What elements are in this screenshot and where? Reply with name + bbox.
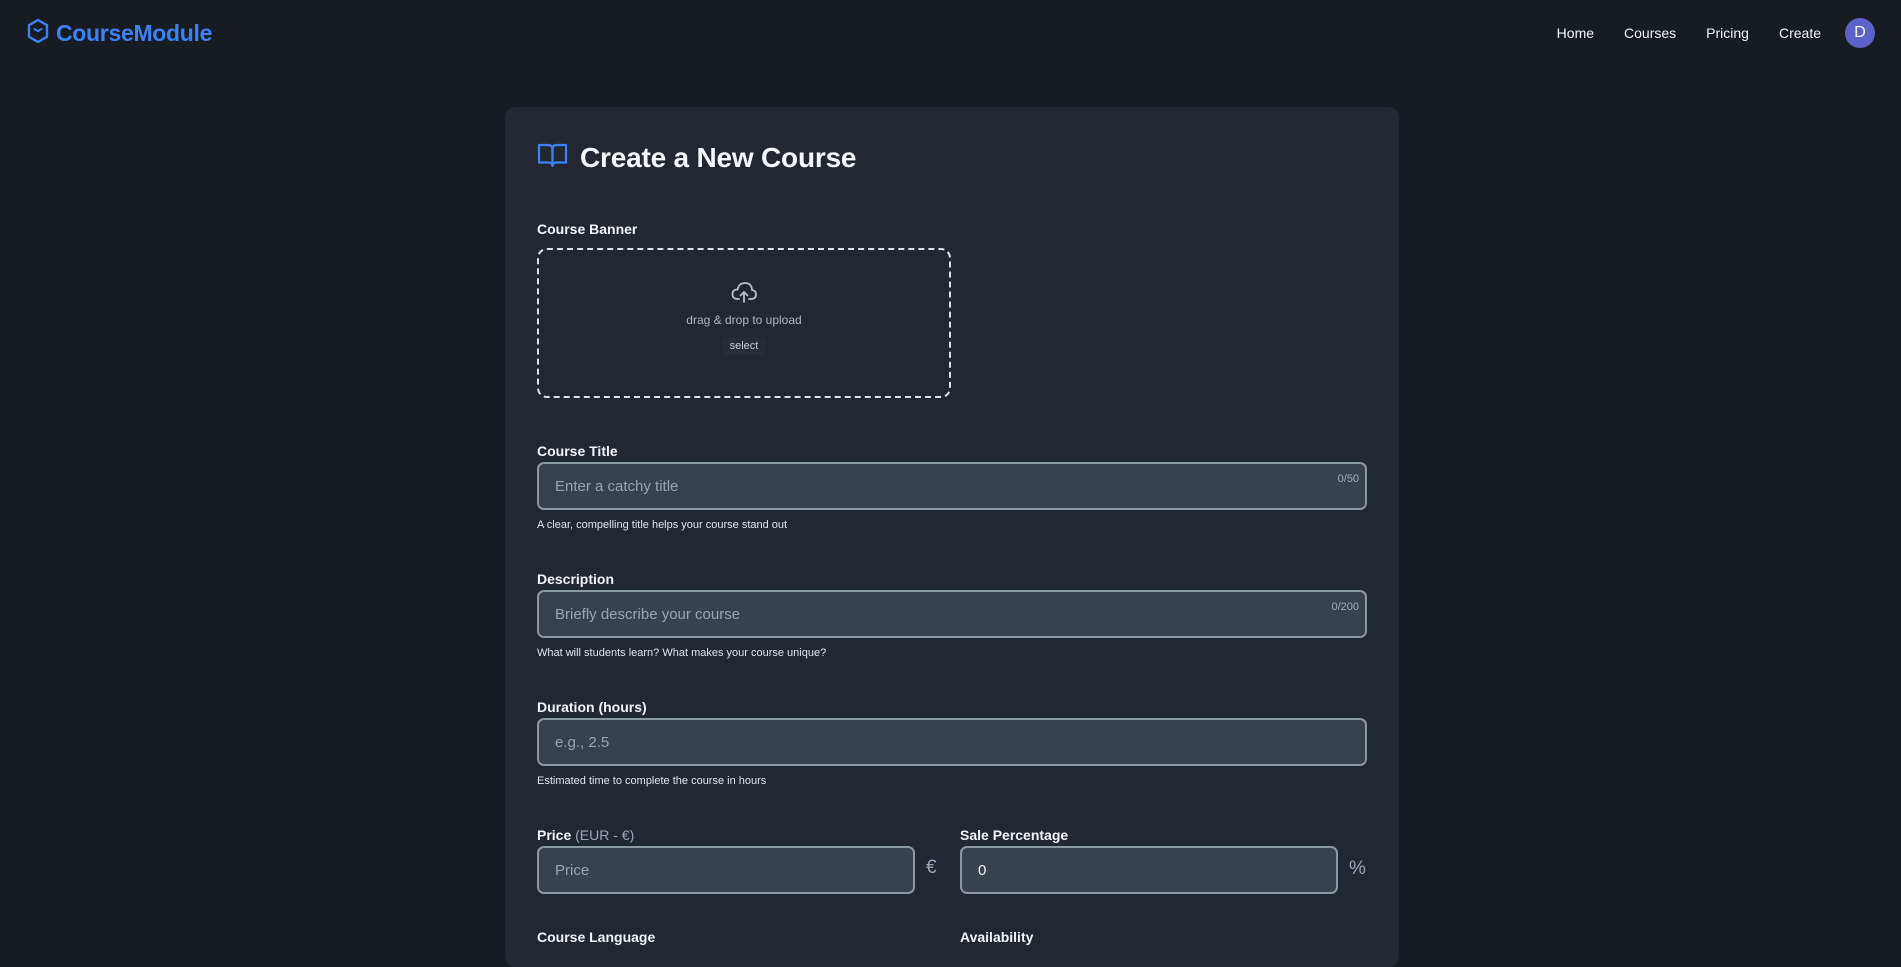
title-hint: A clear, compelling title helps your cou… bbox=[537, 519, 788, 531]
availability-label: Availability bbox=[960, 929, 1034, 945]
price-label-text: Price bbox=[537, 827, 572, 843]
page-title: Create a New Course bbox=[580, 141, 857, 173]
description-label: Description bbox=[537, 571, 615, 587]
top-navbar: CourseModule Home Courses Pricing Create… bbox=[0, 0, 1901, 66]
duration-field bbox=[537, 718, 1367, 766]
price-field bbox=[537, 846, 915, 894]
euro-symbol: € bbox=[926, 857, 937, 878]
sale-percentage-label: Sale Percentage bbox=[960, 827, 1069, 843]
create-course-card: Create a New Course Course Banner drag &… bbox=[505, 107, 1399, 967]
duration-label: Duration (hours) bbox=[537, 699, 647, 715]
page-heading: Create a New Course bbox=[537, 141, 857, 174]
main-nav: Home Courses Pricing Create D bbox=[1557, 18, 1875, 48]
cloud-upload-icon bbox=[730, 280, 758, 309]
banner-dropzone[interactable]: drag & drop to upload select bbox=[537, 248, 951, 398]
title-char-counter: 0/50 bbox=[1337, 473, 1359, 485]
brand-logo[interactable]: CourseModule bbox=[26, 18, 212, 49]
user-avatar[interactable]: D bbox=[1845, 18, 1875, 48]
nav-pricing-link[interactable]: Pricing bbox=[1706, 25, 1749, 41]
description-char-counter: 0/200 bbox=[1331, 601, 1359, 613]
description-input[interactable] bbox=[539, 592, 1365, 636]
brand-name: CourseModule bbox=[56, 19, 213, 46]
description-hint: What will students learn? What makes you… bbox=[537, 647, 827, 659]
price-currency-note: (EUR - €) bbox=[575, 827, 635, 843]
title-label: Course Title bbox=[537, 443, 618, 459]
title-input[interactable] bbox=[539, 464, 1365, 508]
select-file-button[interactable]: select bbox=[721, 337, 767, 355]
nav-create-link[interactable]: Create bbox=[1779, 25, 1821, 41]
price-label: Price (EUR - €) bbox=[537, 827, 634, 843]
description-field: 0/200 bbox=[537, 590, 1367, 638]
hexagon-logo-icon bbox=[26, 18, 50, 49]
banner-label: Course Banner bbox=[537, 221, 638, 237]
price-input[interactable] bbox=[539, 848, 913, 892]
course-language-label: Course Language bbox=[537, 929, 656, 945]
dropzone-text: drag & drop to upload bbox=[686, 313, 802, 327]
open-book-icon bbox=[537, 141, 568, 174]
sale-percentage-field bbox=[960, 846, 1338, 894]
sale-percentage-input[interactable] bbox=[962, 848, 1336, 892]
duration-input[interactable] bbox=[539, 720, 1365, 764]
nav-home-link[interactable]: Home bbox=[1557, 25, 1594, 41]
nav-courses-link[interactable]: Courses bbox=[1624, 25, 1676, 41]
title-field: 0/50 bbox=[537, 462, 1367, 510]
duration-hint: Estimated time to complete the course in… bbox=[537, 775, 767, 787]
percent-symbol: % bbox=[1349, 858, 1366, 879]
